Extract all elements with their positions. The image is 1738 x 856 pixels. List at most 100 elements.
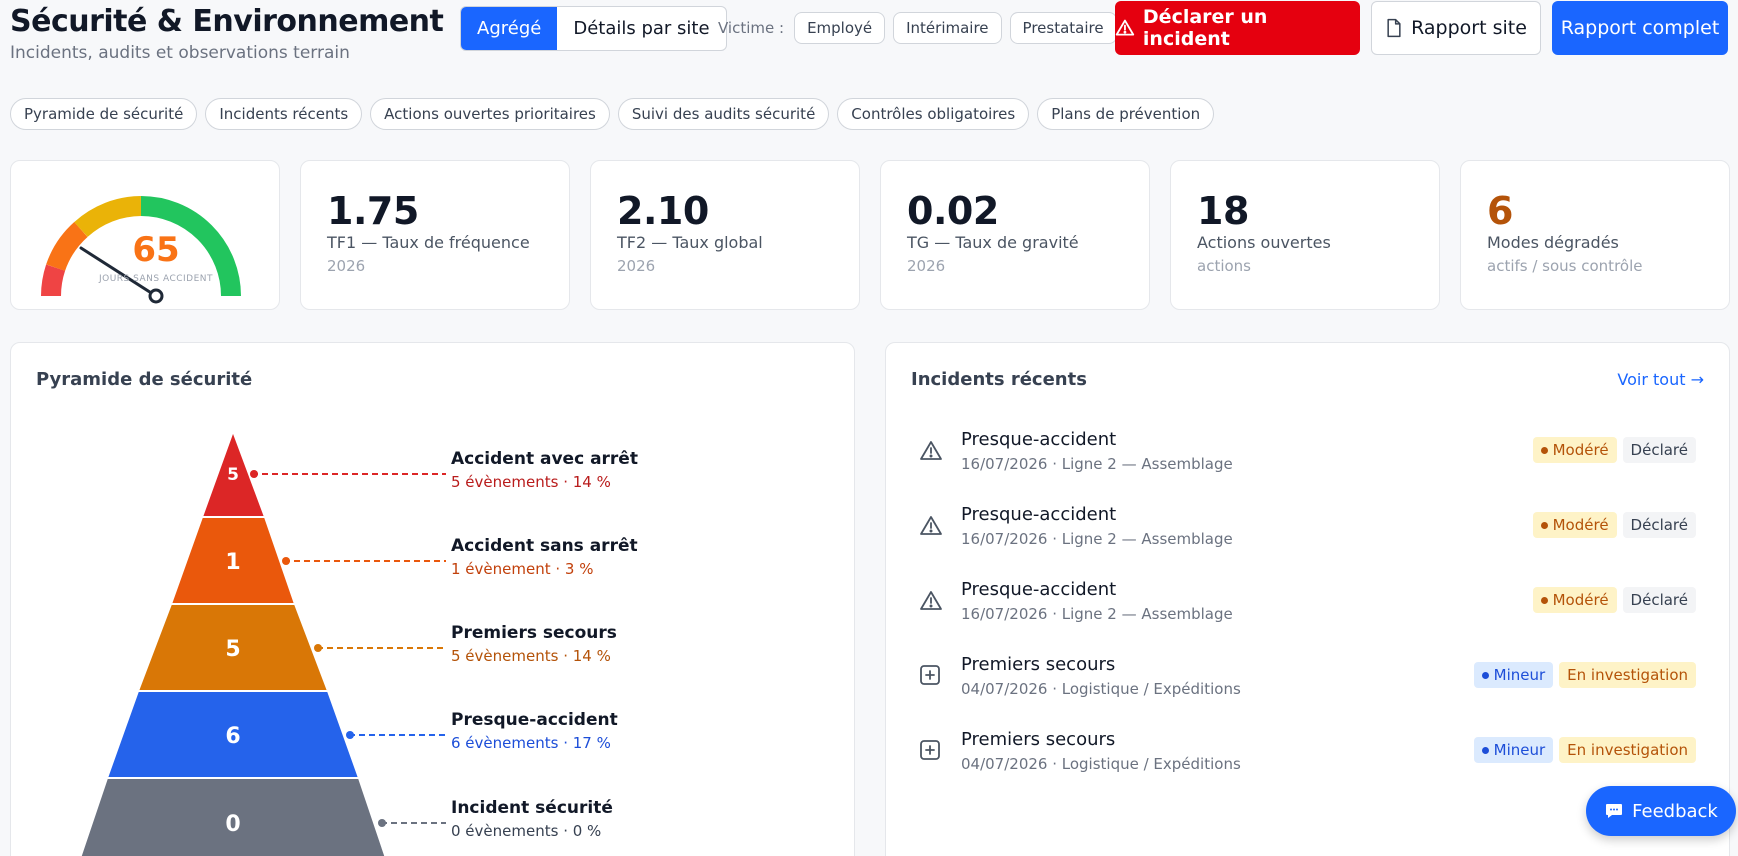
level-name: Incident sécurité	[451, 798, 613, 818]
pyramid-count-safety-incident: 0	[225, 812, 240, 837]
kpi-value: 18	[1197, 189, 1249, 233]
kpi-period: 2026	[617, 257, 656, 275]
feedback-label: Feedback	[1632, 800, 1718, 822]
level-detail: 5 évènements · 14 %	[451, 647, 611, 665]
days-without-accident-card: 65 JOURS SANS ACCIDENT	[10, 160, 280, 310]
chip-priority-actions[interactable]: Actions ouvertes prioritaires	[370, 98, 610, 130]
level-name: Premiers secours	[451, 623, 617, 643]
level-detail: 6 évènements · 17 %	[451, 734, 611, 752]
incident-meta: 16/07/2026 · Ligne 2 — Assemblage	[961, 605, 1233, 623]
level-name: Accident avec arrêt	[451, 449, 638, 469]
kpi-period: 2026	[907, 257, 946, 275]
first-aid-icon	[920, 740, 940, 760]
status-badge: Déclaré	[1622, 587, 1696, 613]
pyramid-count-first-aid: 5	[225, 637, 240, 662]
kpi-label: TF1 — Taux de fréquence	[327, 233, 530, 252]
victim-temp-pill[interactable]: Intérimaire	[893, 12, 1002, 44]
warning-icon	[920, 441, 942, 460]
declare-incident-label: Déclarer un incident	[1142, 6, 1268, 50]
recent-incidents-panel: Incidents récents Voir tout → Presque-ac…	[885, 342, 1730, 856]
level-name: Accident sans arrêt	[451, 536, 638, 556]
pyramid-count-no-lost-time: 1	[225, 550, 240, 575]
chip-mandatory-checks[interactable]: Contrôles obligatoires	[837, 98, 1030, 130]
view-per-site-button[interactable]: Détails par site	[557, 7, 725, 50]
pyramid-legend-near-miss: Presque-accident 6 évènements · 17 %	[451, 710, 618, 752]
page-title: Sécurité & Environnement	[10, 4, 444, 39]
pyramid-legend-safety-incident: Incident sécurité 0 évènements · 0 %	[451, 798, 613, 840]
victim-employee-pill[interactable]: Employé	[794, 12, 886, 44]
safety-pyramid-chart: 5 1 5 6 0	[79, 428, 446, 856]
status-badge: Déclaré	[1622, 437, 1696, 463]
incident-row[interactable]: Premiers secours 04/07/2026 · Logistique…	[886, 642, 1729, 717]
view-aggregated-button[interactable]: Agrégé	[461, 7, 558, 50]
pyramid-legend-no-lost-time: Accident sans arrêt 1 évènement · 3 %	[451, 536, 638, 578]
full-report-button[interactable]: Rapport complet	[1552, 1, 1728, 55]
connector-dot	[282, 557, 290, 565]
severity-badge: Mineur	[1473, 662, 1554, 688]
declare-incident-button[interactable]: Déclarer un incident	[1115, 1, 1360, 55]
feedback-button[interactable]: Feedback	[1586, 786, 1736, 836]
chip-safety-pyramid[interactable]: Pyramide de sécurité	[10, 98, 198, 130]
kpi-card-tf1: 1.75 TF1 — Taux de fréquence 2026	[300, 160, 570, 310]
connector-dot	[378, 819, 386, 827]
severity-badge: Modéré	[1532, 512, 1617, 538]
kpi-card-tf2: 2.10 TF2 — Taux global 2026	[590, 160, 860, 310]
connector-dot	[250, 470, 258, 478]
incident-title: Presque-accident	[961, 504, 1117, 525]
chip-prevention-plans[interactable]: Plans de prévention	[1037, 98, 1215, 130]
incident-row[interactable]: Premiers secours 04/07/2026 · Logistique…	[886, 717, 1729, 792]
document-icon	[1387, 18, 1401, 38]
warning-icon	[920, 516, 942, 535]
connector-dot	[314, 644, 322, 652]
kpi-period: actifs / sous contrôle	[1487, 257, 1643, 275]
view-all-link[interactable]: Voir tout →	[1617, 370, 1704, 389]
victim-filter-label: Victime :	[718, 19, 785, 37]
incident-row[interactable]: Presque-accident 16/07/2026 · Ligne 2 — …	[886, 567, 1729, 642]
kpi-value: 2.10	[617, 189, 709, 233]
kpi-card-degraded-modes: 6 Modes dégradés actifs / sous contrôle	[1460, 160, 1730, 310]
site-report-button[interactable]: Rapport site	[1371, 1, 1541, 55]
page-subtitle: Incidents, audits et observations terrai…	[10, 43, 350, 63]
status-badge: En investigation	[1559, 737, 1696, 763]
kpi-label: Actions ouvertes	[1197, 233, 1331, 252]
connector-dot	[346, 731, 354, 739]
pyramid-legend-first-aid: Premiers secours 5 évènements · 14 %	[451, 623, 617, 665]
chip-recent-incidents[interactable]: Incidents récents	[205, 98, 363, 130]
incident-row[interactable]: Presque-accident 16/07/2026 · Ligne 2 — …	[886, 492, 1729, 567]
severity-badge: Mineur	[1473, 737, 1554, 763]
pyramid-count-near-miss: 6	[225, 724, 240, 749]
victim-filter: Victime : Employé Intérimaire Prestatair…	[718, 12, 1117, 44]
kpi-card-open-actions: 18 Actions ouvertes actions	[1170, 160, 1440, 310]
warning-icon	[920, 591, 942, 610]
gauge-label: JOURS SANS ACCIDENT	[98, 274, 214, 284]
incident-meta: 04/07/2026 · Logistique / Expéditions	[961, 680, 1241, 698]
safety-pyramid-panel: Pyramide de sécurité 5 1 5 6 0 Accident …	[10, 342, 855, 856]
chip-audit-tracking[interactable]: Suivi des audits sécurité	[617, 98, 830, 130]
level-detail: 5 évènements · 14 %	[451, 473, 611, 491]
severity-badge: Modéré	[1532, 587, 1617, 613]
kpi-label: TG — Taux de gravité	[907, 233, 1079, 252]
kpi-period: actions	[1197, 257, 1251, 275]
incident-title: Presque-accident	[961, 429, 1117, 450]
site-report-label: Rapport site	[1411, 17, 1527, 39]
incident-meta: 16/07/2026 · Ligne 2 — Assemblage	[961, 455, 1233, 473]
view-toggle: Agrégé Détails par site	[460, 6, 727, 51]
pyramid-count-lost-time: 5	[227, 465, 239, 485]
incident-title: Presque-accident	[961, 579, 1117, 600]
status-badge: Déclaré	[1622, 512, 1696, 538]
section-shortcuts: Pyramide de sécurité Incidents récents A…	[10, 98, 1215, 130]
kpi-period: 2026	[327, 257, 366, 275]
victim-contractor-pill[interactable]: Prestataire	[1009, 12, 1117, 44]
severity-badge: Modéré	[1532, 437, 1617, 463]
kpi-value: 6	[1487, 189, 1513, 233]
warning-icon	[1115, 19, 1135, 36]
pyramid-legend-lost-time: Accident avec arrêt 5 évènements · 14 %	[451, 449, 638, 491]
level-name: Presque-accident	[451, 710, 618, 730]
incident-meta: 04/07/2026 · Logistique / Expéditions	[961, 755, 1241, 773]
incident-title: Premiers secours	[961, 729, 1116, 750]
incident-row[interactable]: Presque-accident 16/07/2026 · Ligne 2 — …	[886, 417, 1729, 492]
kpi-label: TF2 — Taux global	[617, 233, 763, 252]
first-aid-icon	[920, 665, 940, 685]
incidents-title: Incidents récents	[911, 369, 1087, 390]
gauge-value: 65	[132, 230, 180, 270]
